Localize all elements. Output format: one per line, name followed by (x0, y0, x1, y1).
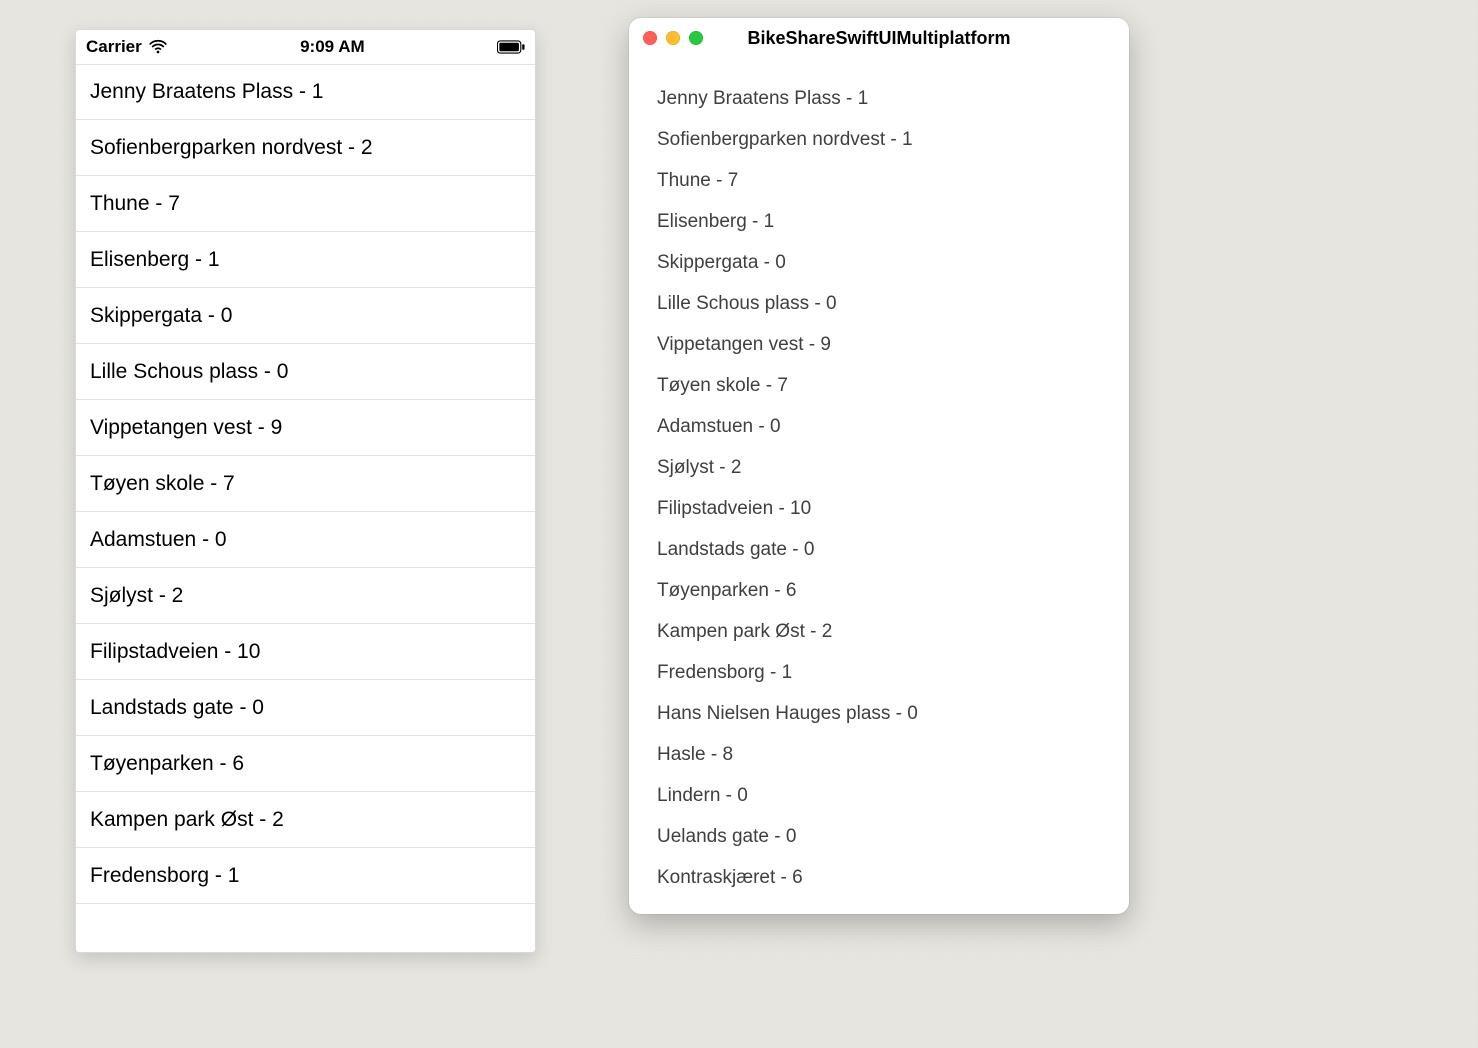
close-icon[interactable] (643, 31, 657, 45)
list-item[interactable]: Kontraskjæret - 6 (657, 857, 1101, 898)
station-label: Vippetangen vest - 9 (657, 334, 831, 355)
list-item[interactable]: Lille Schous plass - 0 (76, 344, 535, 400)
station-label: Elisenberg - 1 (657, 211, 774, 232)
ios-status-right (497, 40, 525, 54)
ios-station-list[interactable]: Jenny Braatens Plass - 1 Sofienbergparken… (76, 64, 535, 904)
station-label: Fredensborg - 1 (90, 864, 239, 888)
station-label: Tøyen skole - 7 (90, 472, 235, 496)
station-label: Sofienbergparken nordvest - 1 (657, 129, 913, 150)
station-label: Uelands gate - 0 (657, 826, 796, 847)
list-item[interactable]: Thune - 7 (657, 160, 1101, 201)
list-item[interactable]: Sjølyst - 2 (657, 447, 1101, 488)
ios-status-bar: Carrier 9:09 AM (76, 30, 535, 64)
list-item[interactable]: Jenny Braatens Plass - 1 (76, 64, 535, 120)
list-item[interactable]: Lindern - 0 (657, 775, 1101, 816)
station-label: Tøyenparken - 6 (90, 752, 244, 776)
clock-label: 9:09 AM (300, 37, 365, 57)
list-item[interactable]: Lille Schous plass - 0 (657, 283, 1101, 324)
list-item[interactable]: Hans Nielsen Hauges plass - 0 (657, 693, 1101, 734)
mac-station-list[interactable]: Jenny Braatens Plass - 1 Sofienbergparken… (629, 58, 1129, 898)
list-item[interactable]: Vippetangen vest - 9 (76, 400, 535, 456)
station-label: Filipstadveien - 10 (90, 640, 260, 664)
station-label: Adamstuen - 0 (90, 528, 227, 552)
list-item[interactable]: Elisenberg - 1 (76, 232, 535, 288)
list-item[interactable]: Sjølyst - 2 (76, 568, 535, 624)
list-item[interactable]: Fredensborg - 1 (76, 848, 535, 904)
station-label: Jenny Braatens Plass - 1 (657, 88, 868, 109)
station-label: Skippergata - 0 (657, 252, 786, 273)
list-item[interactable]: Tøyen skole - 7 (657, 365, 1101, 406)
list-item[interactable]: Thune - 7 (76, 176, 535, 232)
list-item[interactable]: Adamstuen - 0 (76, 512, 535, 568)
list-item[interactable]: Landstads gate - 0 (76, 680, 535, 736)
list-item[interactable]: Tøyenparken - 6 (76, 736, 535, 792)
station-label: Thune - 7 (90, 192, 180, 216)
station-label: Tøyenparken - 6 (657, 580, 796, 601)
station-label: Fredensborg - 1 (657, 662, 792, 683)
station-label: Sjølyst - 2 (90, 584, 183, 608)
station-label: Kampen park Øst - 2 (657, 621, 832, 642)
list-item[interactable]: Elisenberg - 1 (657, 201, 1101, 242)
list-item[interactable]: Kampen park Øst - 2 (76, 792, 535, 848)
list-item[interactable]: Jenny Braatens Plass - 1 (657, 78, 1101, 119)
list-item[interactable]: Tøyen skole - 7 (76, 456, 535, 512)
station-label: Elisenberg - 1 (90, 248, 220, 272)
station-label: Lille Schous plass - 0 (90, 360, 288, 384)
battery-icon (497, 40, 525, 54)
carrier-label: Carrier (86, 37, 142, 57)
list-item[interactable]: Landstads gate - 0 (657, 529, 1101, 570)
station-label: Kontraskjæret - 6 (657, 867, 803, 888)
station-label: Filipstadveien - 10 (657, 498, 811, 519)
list-item[interactable]: Skippergata - 0 (76, 288, 535, 344)
station-label: Skippergata - 0 (90, 304, 232, 328)
station-label: Lindern - 0 (657, 785, 748, 806)
station-label: Kampen park Øst - 2 (90, 808, 284, 832)
wifi-icon (148, 37, 168, 57)
station-label: Hasle - 8 (657, 744, 733, 765)
mac-window: BikeShareSwiftUIMultiplatform Jenny Braa… (629, 18, 1129, 914)
iphone-simulator: Carrier 9:09 AM Jenny Braatens Plas (75, 29, 536, 953)
station-label: Sjølyst - 2 (657, 457, 741, 478)
mac-titlebar: BikeShareSwiftUIMultiplatform (629, 18, 1129, 58)
list-item[interactable]: Sofienbergparken nordvest - 1 (657, 119, 1101, 160)
list-item[interactable]: Vippetangen vest - 9 (657, 324, 1101, 365)
station-label: Lille Schous plass - 0 (657, 293, 837, 314)
station-label: Hans Nielsen Hauges plass - 0 (657, 703, 918, 724)
station-label: Landstads gate - 0 (90, 696, 264, 720)
minimize-icon[interactable] (666, 31, 680, 45)
zoom-icon[interactable] (689, 31, 703, 45)
station-label: Landstads gate - 0 (657, 539, 814, 560)
list-item[interactable]: Hasle - 8 (657, 734, 1101, 775)
list-item[interactable]: Uelands gate - 0 (657, 816, 1101, 857)
window-title: BikeShareSwiftUIMultiplatform (747, 28, 1010, 49)
station-label: Vippetangen vest - 9 (90, 416, 282, 440)
list-item[interactable]: Filipstadveien - 10 (657, 488, 1101, 529)
ios-status-left: Carrier (86, 37, 168, 57)
station-label: Sofienbergparken nordvest - 2 (90, 136, 373, 160)
station-label: Adamstuen - 0 (657, 416, 781, 437)
list-item[interactable]: Skippergata - 0 (657, 242, 1101, 283)
list-item[interactable]: Tøyenparken - 6 (657, 570, 1101, 611)
list-item[interactable]: Sofienbergparken nordvest - 2 (76, 120, 535, 176)
list-item[interactable]: Kampen park Øst - 2 (657, 611, 1101, 652)
station-label: Jenny Braatens Plass - 1 (90, 80, 323, 104)
list-item[interactable]: Filipstadveien - 10 (76, 624, 535, 680)
station-label: Thune - 7 (657, 170, 738, 191)
station-label: Tøyen skole - 7 (657, 375, 788, 396)
list-item[interactable]: Fredensborg - 1 (657, 652, 1101, 693)
window-controls (643, 31, 703, 45)
list-item[interactable]: Adamstuen - 0 (657, 406, 1101, 447)
